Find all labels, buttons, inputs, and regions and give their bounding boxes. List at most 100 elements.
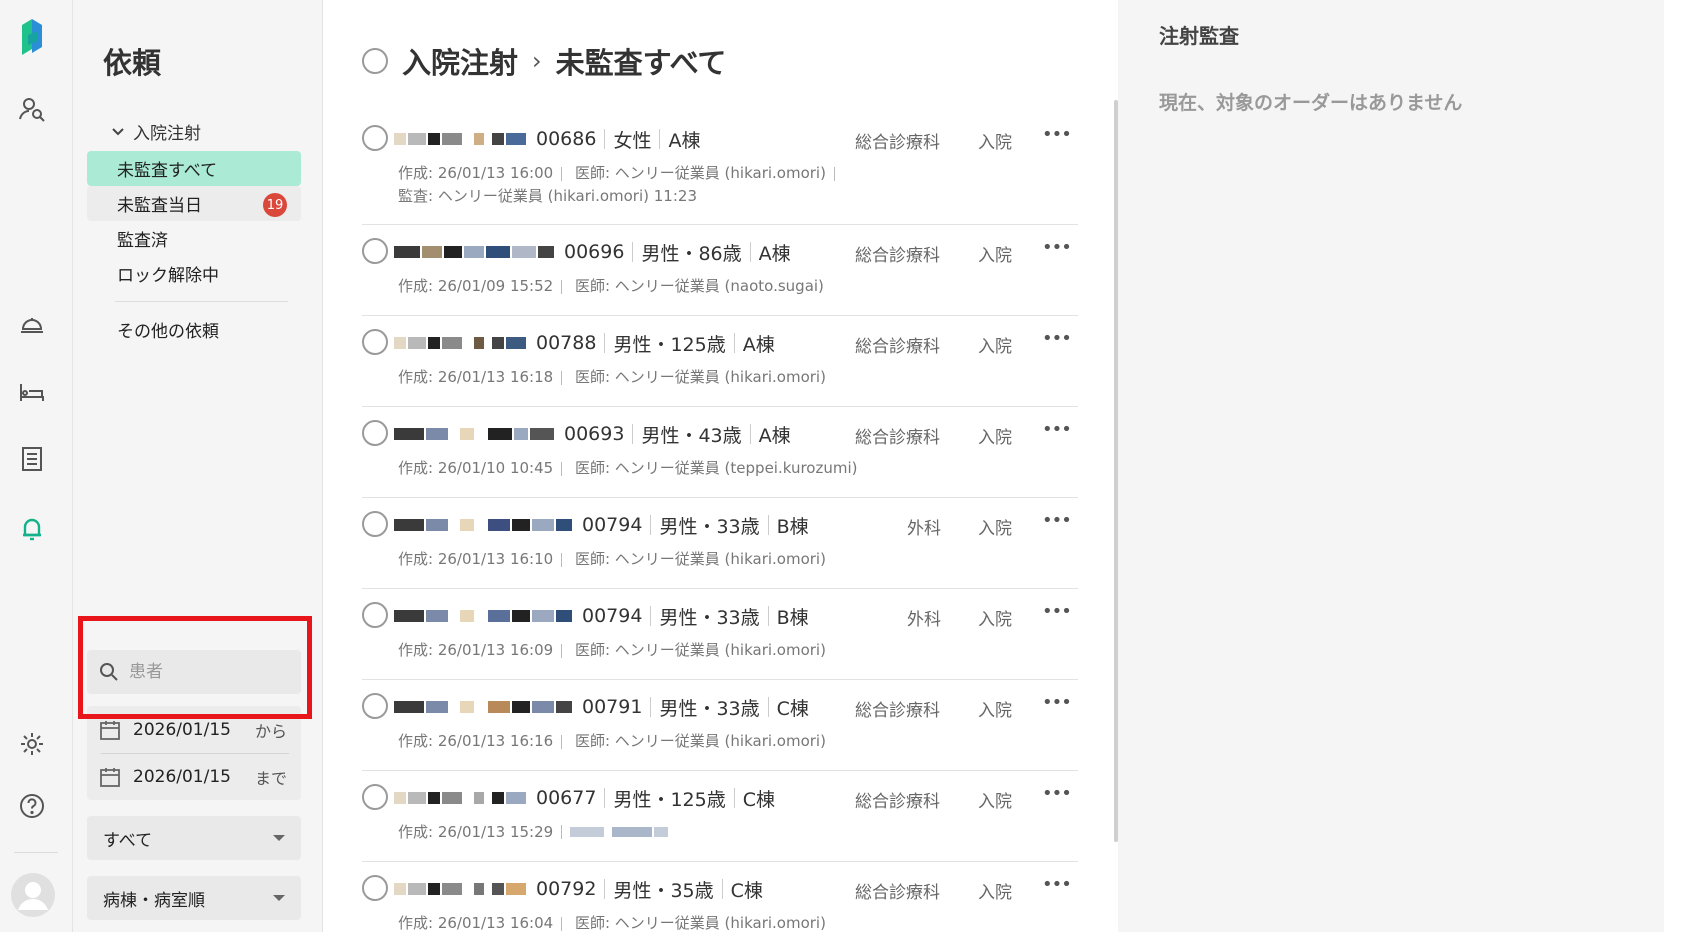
more-icon[interactable]: •••: [1042, 783, 1072, 804]
date-from-value: 2026/01/15: [133, 719, 231, 740]
bed-icon[interactable]: [17, 377, 47, 407]
admission-type: 入院: [978, 246, 1012, 266]
patient-sex-age: 男性・33歳: [659, 606, 760, 629]
row-summary: 00696 男性・86歳 A棟: [394, 239, 791, 265]
admission-type: 入院: [978, 610, 1012, 630]
more-icon[interactable]: •••: [1042, 874, 1072, 895]
patient-id: 00677: [536, 787, 597, 809]
created-at: 作成: 26/01/13 16:10: [398, 550, 554, 568]
order-row[interactable]: 00791 男性・33歳 C棟 総合診療科 入院 ••• 作成: 26/01/1…: [362, 680, 1078, 771]
doctor: 医師: ヘンリー従業員 (hikari.omori): [574, 732, 826, 750]
created-at: 作成: 26/01/13 15:29: [398, 823, 554, 841]
order-row[interactable]: 00788 男性・125歳 A棟 総合診療科 入院 ••• 作成: 26/01/…: [362, 316, 1078, 407]
department: 総合診療科: [855, 883, 940, 903]
admission-type: 入院: [978, 133, 1012, 153]
audited-by: 監査: ヘンリー従業員 (hikari.omori) 11:23: [398, 187, 697, 205]
patient-search-input[interactable]: [129, 662, 289, 682]
patient-id: 00788: [536, 332, 597, 354]
masked-patient-name: [394, 701, 572, 713]
patient-sex-age: 男性・43歳: [641, 424, 742, 447]
sort-select[interactable]: 病棟・病室順: [87, 876, 301, 920]
breadcrumb-parent[interactable]: 入院注射: [402, 40, 518, 82]
sidebar-item-audited[interactable]: 監査済: [87, 221, 301, 256]
created-at: 作成: 26/01/10 10:45: [398, 459, 554, 477]
logo-icon[interactable]: [17, 19, 47, 55]
date-range: 2026/01/15 から 2026/01/15 まで: [87, 706, 301, 800]
sidebar-title: 依頼: [103, 46, 162, 80]
more-icon[interactable]: •••: [1042, 419, 1072, 440]
row-checkbox[interactable]: [362, 511, 388, 537]
help-icon[interactable]: [17, 791, 47, 821]
patient-sex-age: 男性・125歳: [613, 333, 726, 356]
avatar-icon[interactable]: [10, 872, 56, 918]
select-all-checkbox[interactable]: [362, 48, 388, 74]
order-list-panel: 入院注射 › 未監査すべて 00686 女性 A棟 総合診療科 入院 ••• 作…: [324, 0, 1117, 932]
created-at: 作成: 26/01/13 16:00: [398, 164, 554, 182]
more-icon[interactable]: •••: [1042, 601, 1072, 622]
patient-search-box: [87, 650, 301, 694]
bell-icon[interactable]: [17, 514, 47, 544]
row-summary: 00794 男性・33歳 B棟: [394, 603, 809, 629]
sidebar-item-label: ロック解除中: [117, 266, 219, 286]
order-row[interactable]: 00696 男性・86歳 A棟 総合診療科 入院 ••• 作成: 26/01/0…: [362, 225, 1078, 316]
order-row[interactable]: 00677 男性・125歳 C棟 総合診療科 入院 ••• 作成: 26/01/…: [362, 771, 1078, 862]
sidebar-item-unaudited-all[interactable]: 未監査すべて: [87, 151, 301, 186]
department: 総合診療科: [855, 133, 940, 153]
document-list-icon[interactable]: [17, 444, 47, 474]
more-icon[interactable]: •••: [1042, 510, 1072, 531]
order-row[interactable]: 00794 男性・33歳 B棟 外科 入院 ••• 作成: 26/01/13 1…: [362, 589, 1078, 680]
row-checkbox[interactable]: [362, 329, 388, 355]
calendar-icon: [100, 767, 120, 787]
ward: C棟: [730, 879, 763, 902]
row-checkbox[interactable]: [362, 693, 388, 719]
date-from-field[interactable]: 2026/01/15 から: [87, 706, 301, 753]
order-row[interactable]: 00792 男性・35歳 C棟 総合診療科 入院 ••• 作成: 26/01/1…: [362, 862, 1078, 932]
row-meta: 作成: 26/01/09 15:52 医師: ヘンリー従業員 (naoto.su…: [398, 275, 824, 296]
filter-select[interactable]: すべて: [87, 816, 301, 860]
patient-search-icon[interactable]: [17, 94, 47, 124]
food-tray-icon[interactable]: [17, 310, 47, 340]
sidebar-item-unaudited-today[interactable]: 未監査当日 19: [87, 186, 301, 221]
admission-type: 入院: [978, 792, 1012, 812]
patient-id: 00696: [564, 241, 625, 263]
doctor: 医師: ヘンリー従業員 (teppei.kurozumi): [574, 459, 858, 477]
row-checkbox[interactable]: [362, 875, 388, 901]
gear-icon[interactable]: [17, 729, 47, 759]
patient-sex-age: 男性・33歳: [659, 697, 760, 720]
department: 総合診療科: [855, 701, 940, 721]
date-to-field[interactable]: 2026/01/15 まで: [87, 753, 301, 800]
row-checkbox[interactable]: [362, 602, 388, 628]
row-meta: 作成: 26/01/13 16:18 医師: ヘンリー従業員 (hikari.o…: [398, 366, 826, 387]
masked-patient-name: [394, 883, 526, 895]
more-icon[interactable]: •••: [1042, 237, 1072, 258]
row-checkbox[interactable]: [362, 420, 388, 446]
sidebar-item-other-requests[interactable]: その他の依頼: [87, 312, 301, 347]
order-row[interactable]: 00686 女性 A棟 総合診療科 入院 ••• 作成: 26/01/13 16…: [362, 112, 1078, 225]
more-icon[interactable]: •••: [1042, 124, 1072, 145]
order-row[interactable]: 00794 男性・33歳 B棟 外科 入院 ••• 作成: 26/01/13 1…: [362, 498, 1078, 589]
department: 総合診療科: [855, 246, 940, 266]
created-at: 作成: 26/01/13 16:09: [398, 641, 554, 659]
more-icon[interactable]: •••: [1042, 328, 1072, 349]
row-checkbox[interactable]: [362, 125, 388, 151]
audit-info: 監査: ヘンリー従業員 (hikari.omori) 11:23: [398, 185, 697, 206]
admission-type: 入院: [978, 428, 1012, 448]
sidebar-item-unlocking[interactable]: ロック解除中: [87, 256, 301, 291]
row-checkbox[interactable]: [362, 238, 388, 264]
created-at: 作成: 26/01/13 16:16: [398, 732, 554, 750]
row-checkbox[interactable]: [362, 784, 388, 810]
more-icon[interactable]: •••: [1042, 692, 1072, 713]
date-from-suffix: から: [254, 721, 287, 741]
order-row[interactable]: 00693 男性・43歳 A棟 総合診療科 入院 ••• 作成: 26/01/1…: [362, 407, 1078, 498]
patient-id: 00693: [564, 423, 625, 445]
chevron-down-icon: [112, 127, 124, 135]
created-at: 作成: 26/01/13 16:04: [398, 914, 554, 932]
masked-patient-name: [394, 519, 572, 531]
sidebar-item-label: 未監査当日: [117, 196, 202, 216]
doctor: 医師: ヘンリー従業員 (hikari.omori): [574, 914, 826, 932]
doctor: 医師: ヘンリー従業員 (hikari.omori): [574, 550, 826, 568]
doctor: 医師: ヘンリー従業員 (hikari.omori): [574, 164, 826, 182]
patient-id: 00794: [582, 605, 643, 627]
sort-select-value: 病棟・病室順: [103, 890, 205, 911]
group-toggle-inpatient-injection[interactable]: 入院注射: [109, 119, 201, 144]
